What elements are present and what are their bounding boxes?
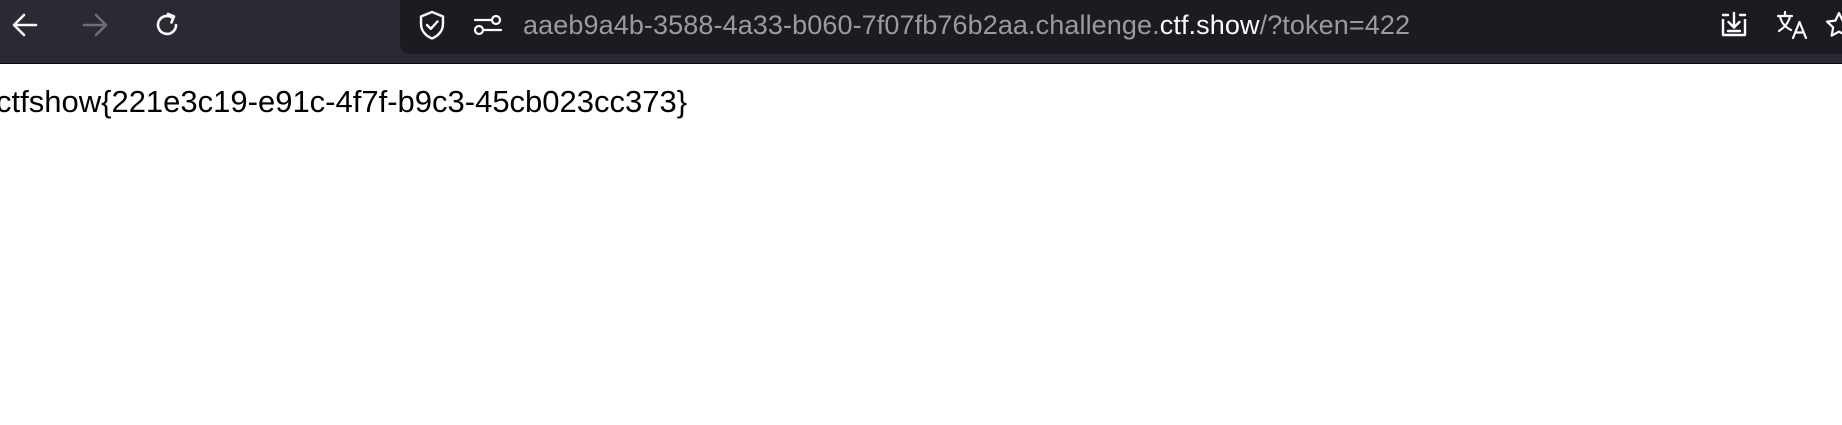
back-button[interactable]	[0, 0, 50, 50]
reload-button[interactable]	[142, 0, 192, 50]
download-button[interactable]	[1714, 0, 1754, 50]
download-icon	[1721, 11, 1747, 37]
translate-icon	[1776, 10, 1808, 40]
url-text[interactable]: aaeb9a4b-3588-4a33-b060-7f07fb76b2aa.cha…	[523, 0, 1410, 50]
site-permissions-button[interactable]	[470, 0, 506, 50]
url-subdomain: aaeb9a4b-3588-4a33-b060-7f07fb76b2aa.cha…	[523, 10, 1160, 40]
url-bar[interactable]: aaeb9a4b-3588-4a33-b060-7f07fb76b2aa.cha…	[400, 0, 1842, 54]
bookmark-star-icon	[1825, 11, 1842, 37]
forward-arrow-icon	[82, 13, 108, 37]
bookmark-button[interactable]	[1824, 0, 1842, 50]
back-arrow-icon	[12, 13, 38, 37]
url-path: /?token=422	[1259, 10, 1411, 40]
flag-text: ctfshow{221e3c19-e91c-4f7f-b9c3-45cb023c…	[0, 84, 688, 119]
tracking-protection-button[interactable]	[414, 0, 450, 50]
page-content: ctfshow{221e3c19-e91c-4f7f-b9c3-45cb023c…	[0, 64, 1842, 425]
browser-toolbar: aaeb9a4b-3588-4a33-b060-7f07fb76b2aa.cha…	[0, 0, 1842, 64]
reload-icon	[156, 12, 178, 36]
translate-button[interactable]	[1772, 0, 1812, 50]
forward-button[interactable]	[70, 0, 120, 50]
url-host: ctf.show	[1159, 10, 1260, 40]
site-permissions-icon	[473, 14, 503, 36]
tracking-protection-shield-icon	[419, 10, 445, 40]
